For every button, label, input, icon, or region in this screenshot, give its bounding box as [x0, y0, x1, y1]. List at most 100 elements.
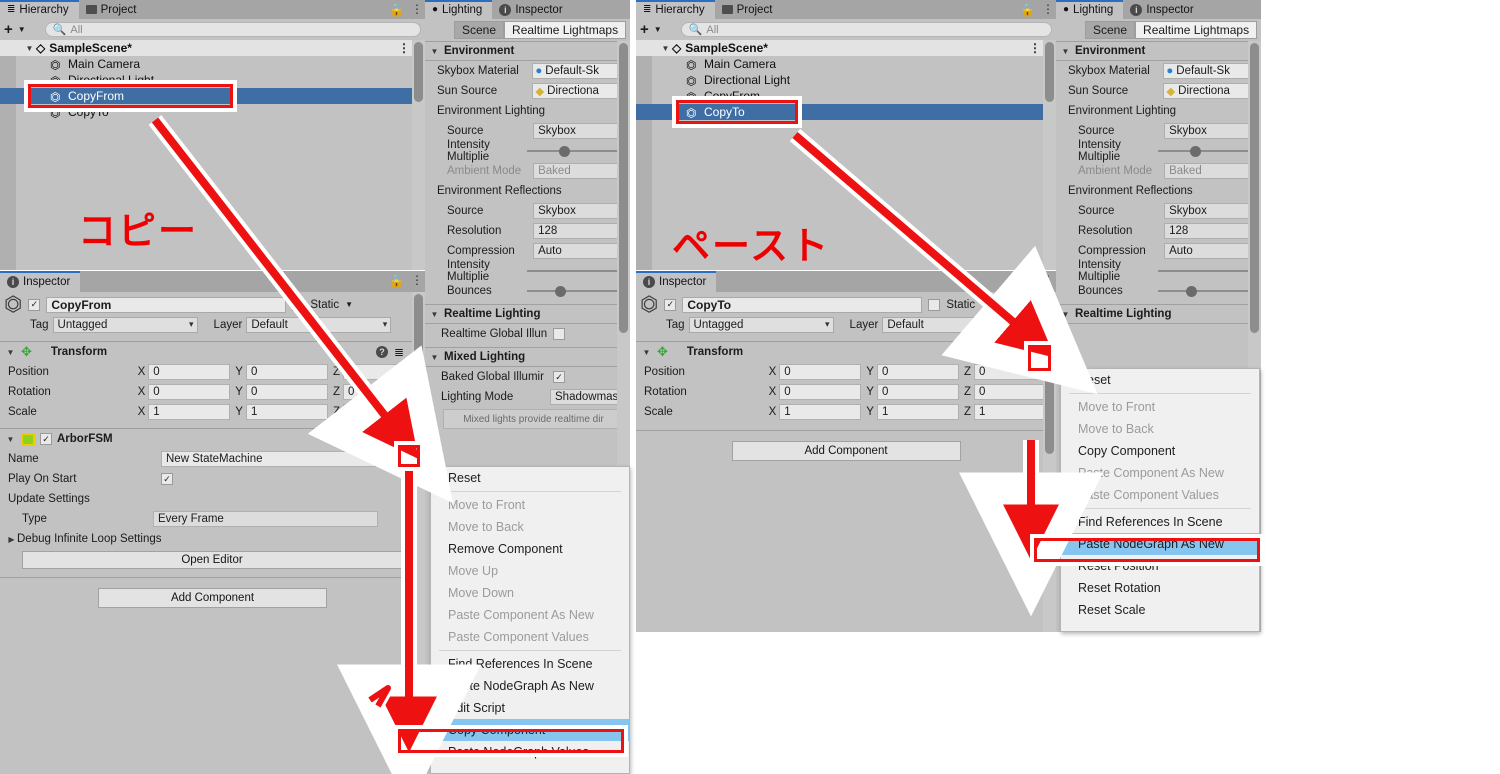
arborfsm-component-header[interactable]: ▼ ✓ ArborFSM ? ≣ ⋮ — [0, 428, 425, 449]
menu-item-reset[interactable]: Reset — [431, 467, 629, 489]
env-source-dropdown[interactable]: Skybox — [533, 123, 630, 139]
tree-row-scene[interactable]: ▼ ◇ SampleScene* ⋮ — [0, 40, 425, 56]
subtab-scene[interactable]: Scene — [1085, 21, 1136, 39]
bounces-slider[interactable] — [527, 283, 630, 299]
chevron-down-icon[interactable]: ▼ — [641, 348, 652, 357]
chevron-down-icon[interactable]: ▼ — [429, 47, 440, 56]
baked-gi-checkbox[interactable]: ✓ — [553, 371, 565, 383]
chevron-down-icon[interactable]: ▼ — [660, 44, 671, 53]
refl-source-dropdown[interactable]: Skybox — [1164, 203, 1261, 219]
hierarchy-scrollbar[interactable] — [412, 40, 425, 270]
menu-item-copy-component[interactable]: Copy Component — [1061, 440, 1259, 462]
tree-row-scene[interactable]: ▼ ◇ SampleScene* ⋮ — [636, 40, 1056, 56]
add-component-button[interactable]: Add Component — [731, 441, 961, 461]
scene-menu-icon[interactable]: ⋮ — [1029, 42, 1041, 54]
chevron-down-icon[interactable]: ▼ — [1060, 310, 1071, 319]
chevron-down-icon[interactable]: ▼ — [654, 25, 662, 34]
tab-lighting[interactable]: ● Lighting — [425, 0, 493, 19]
chevron-down-icon[interactable]: ▼ — [429, 310, 440, 319]
skybox-material-field[interactable]: ● Default-Sk — [1163, 63, 1261, 79]
chevron-down-icon[interactable]: ▼ — [24, 44, 35, 53]
menu-item-find-references-in-scene[interactable]: Find References In Scene — [431, 653, 629, 675]
panel-menu-icon[interactable]: ⋮ — [1042, 3, 1054, 15]
tab-lighting-inspector[interactable]: i Inspector — [1123, 0, 1204, 19]
tab-project[interactable]: Project — [714, 0, 783, 19]
position-y-field[interactable]: 0 — [876, 364, 959, 380]
scale-y-field[interactable]: 1 — [876, 404, 959, 420]
position-x-field[interactable]: 0 — [779, 364, 862, 380]
tab-lighting-inspector[interactable]: i Inspector — [492, 0, 573, 19]
scene-menu-icon[interactable]: ⋮ — [398, 42, 410, 54]
scale-x-field[interactable]: 1 — [148, 404, 231, 420]
gameobject-enabled-checkbox[interactable]: ✓ — [28, 298, 41, 311]
update-type-dropdown[interactable]: Every Frame — [153, 511, 378, 527]
scale-x-field[interactable]: 1 — [779, 404, 862, 420]
create-menu-button[interactable]: + — [640, 21, 649, 38]
subtab-scene[interactable]: Scene — [454, 21, 505, 39]
arborfsm-enabled-checkbox[interactable]: ✓ — [40, 433, 52, 445]
tree-row-main-camera[interactable]: ⏣ Main Camera — [0, 56, 425, 72]
lock-icon[interactable]: 🔒 — [389, 274, 404, 288]
refl-intensity-slider[interactable] — [527, 263, 630, 279]
gameobject-name-field[interactable]: CopyTo — [682, 296, 923, 313]
help-icon[interactable]: ? — [375, 346, 388, 358]
hierarchy-search-input[interactable]: 🔍 All — [44, 22, 421, 37]
tab-hierarchy[interactable]: ≣ Hierarchy — [636, 0, 715, 19]
preset-icon[interactable]: ≣ — [394, 432, 404, 446]
resolution-dropdown[interactable]: 128 — [1164, 223, 1261, 239]
tab-inspector[interactable]: i Inspector — [636, 271, 717, 292]
env-intensity-slider[interactable] — [527, 143, 630, 159]
rotation-y-field[interactable]: 0 — [245, 384, 328, 400]
rotation-y-field[interactable]: 0 — [876, 384, 959, 400]
rotation-x-field[interactable]: 0 — [779, 384, 862, 400]
lock-icon[interactable]: 🔒 — [389, 3, 404, 17]
menu-item-paste-nodegraph-as-new[interactable]: Paste NodeGraph As New — [431, 675, 629, 697]
help-icon[interactable]: ? — [1006, 346, 1019, 358]
chevron-down-icon[interactable]: ▼ — [5, 435, 16, 444]
refl-intensity-slider[interactable] — [1158, 263, 1261, 279]
menu-item-edit-script[interactable]: Edit Script — [431, 697, 629, 719]
env-source-dropdown[interactable]: Skybox — [1164, 123, 1261, 139]
rotation-x-field[interactable]: 0 — [148, 384, 231, 400]
chevron-down-icon[interactable]: ▼ — [981, 300, 989, 309]
layer-dropdown[interactable]: Default — [246, 316, 392, 333]
chevron-down-icon[interactable]: ▼ — [345, 300, 353, 309]
tab-inspector[interactable]: i Inspector — [0, 271, 81, 292]
inspector-scrollbar[interactable] — [1043, 292, 1056, 632]
bounces-slider[interactable] — [1158, 283, 1261, 299]
realtime-gi-checkbox[interactable] — [553, 328, 565, 340]
layer-dropdown[interactable]: Default — [882, 316, 1028, 333]
menu-item-reset-rotation[interactable]: Reset Rotation — [1061, 577, 1259, 599]
add-component-button[interactable]: Add Component — [98, 588, 327, 608]
tab-project[interactable]: Project — [78, 0, 147, 19]
menu-item-remove-component[interactable]: Remove Component — [431, 538, 629, 560]
help-icon[interactable]: ? — [375, 433, 388, 445]
tree-row-directional-light[interactable]: ⏣ Directional Light — [636, 72, 1056, 88]
arborfsm-debug-row[interactable]: ▶ Debug Infinite Loop Settings — [0, 529, 425, 549]
chevron-right-icon[interactable]: ▶ — [6, 535, 17, 544]
subtab-realtime-lightmaps[interactable]: Realtime Lightmaps — [1135, 21, 1258, 39]
tree-row-main-camera[interactable]: ⏣ Main Camera — [636, 56, 1056, 72]
mixed-lighting-section-header[interactable]: ▼ Mixed Lighting — [425, 347, 630, 367]
panel-menu-icon[interactable]: ⋮ — [411, 274, 423, 286]
static-checkbox[interactable] — [928, 298, 941, 311]
panel-menu-icon[interactable]: ⋮ — [1042, 274, 1054, 286]
tab-hierarchy[interactable]: ≣ Hierarchy — [0, 0, 79, 19]
refl-source-dropdown[interactable]: Skybox — [533, 203, 630, 219]
open-editor-button[interactable]: Open Editor — [22, 551, 402, 569]
subtab-realtime-lightmaps[interactable]: Realtime Lightmaps — [504, 21, 627, 39]
menu-item-reset[interactable]: Reset — [1061, 369, 1259, 391]
tab-lighting[interactable]: ● Lighting — [1056, 0, 1124, 19]
chevron-down-icon[interactable]: ▼ — [18, 25, 26, 34]
env-intensity-slider[interactable] — [1158, 143, 1261, 159]
compression-dropdown[interactable]: Auto — [1164, 243, 1261, 259]
transform-component-header[interactable]: ▼ ✥ Transform ? ≣ ⋮ — [636, 341, 1056, 362]
menu-item-reset-scale[interactable]: Reset Scale — [1061, 599, 1259, 621]
realtime-lighting-section-header[interactable]: ▼ Realtime Lighting — [1056, 304, 1261, 324]
inspector-scrollbar[interactable] — [412, 292, 425, 774]
chevron-down-icon[interactable]: ▼ — [1060, 47, 1071, 56]
tag-dropdown[interactable]: Untagged — [688, 316, 834, 333]
sun-source-field[interactable]: ◆ Directiona — [532, 83, 630, 99]
chevron-down-icon[interactable]: ▼ — [429, 353, 440, 362]
chevron-down-icon[interactable]: ▼ — [5, 348, 16, 357]
